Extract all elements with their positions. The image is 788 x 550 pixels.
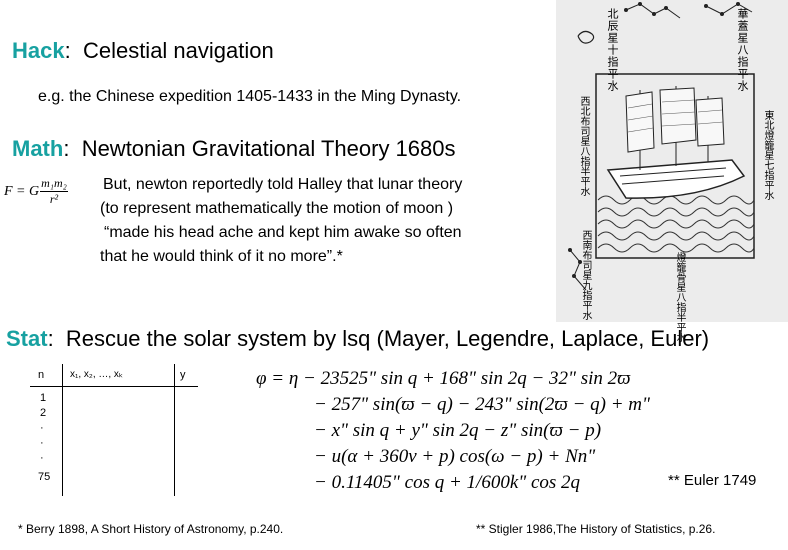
chinese-label-north: 北辰星十指平水 [606, 8, 618, 92]
quote-line-1: But, newton reportedly told Halley that … [103, 176, 463, 193]
table-row: · [40, 452, 44, 464]
footnote-berry: * Berry 1898, A Short History of Astrono… [18, 522, 284, 536]
equation-line-1: φ = η − 23525" sin q + 168" sin 2q − 32"… [256, 368, 631, 389]
stat-colon: : [47, 326, 54, 351]
equation-line-4: − u(α + 360v + p) cos(ω − p) + Nn" [314, 446, 596, 467]
table-col-rule-1 [62, 364, 63, 496]
table-header-x: x₁, x₂, …, xₖ [70, 369, 124, 380]
navigation-chart-illustration: 北辰星十指平水 華蓋星八指平水 西北布司星八指半平水 西南布司星九指平水 東北燈… [556, 0, 788, 342]
chinese-label-south: 燈籠骨星八指半平水 [674, 252, 685, 342]
quote-line-2: (to represent mathematically the motion … [100, 200, 454, 217]
stat-title: Rescue the solar system by lsq (Mayer, L… [65, 326, 710, 351]
table-row: · [40, 422, 44, 434]
quote-line-3: “made his head ache and kept him awake s… [104, 224, 462, 241]
formula-denominator: r² [49, 192, 59, 206]
hack-colon: : [64, 38, 71, 63]
chinese-label-northwest: 西北布司星八指半平水 [578, 96, 589, 196]
table-row: 75 [38, 471, 51, 483]
data-table: n x₁, x₂, …, xₖ y 1 2 · · · 75 [30, 364, 200, 496]
equation-line-5: − 0.11405" cos q + 1/600k" cos 2q [314, 472, 581, 493]
hack-label: Hack [12, 38, 65, 63]
quote-line-4: that he would think of it no more”.* [100, 248, 343, 265]
equation-line-3: − x" sin q + y" sin 2q − z" sin(ϖ − p) [314, 420, 602, 441]
table-col-rule-2 [174, 364, 175, 496]
math-label: Math [12, 136, 64, 161]
formula-lhs: F = G [4, 183, 40, 199]
chinese-label-northeast: 東北燈籠星七指平水 [762, 110, 773, 200]
math-colon: : [63, 136, 70, 161]
math-heading: Math: Newtonian Gravitational Theory 168… [12, 136, 456, 162]
hack-example: e.g. the Chinese expedition 1405-1433 in… [38, 88, 462, 105]
stat-label: Stat [6, 326, 48, 351]
chinese-label-canopy: 華蓋星八指平水 [736, 8, 748, 92]
table-row-labels: 1 2 · · · 75 [38, 391, 51, 485]
formula-numerator: m₁m₂ [40, 176, 68, 192]
chinese-label-southwest: 西南布司星九指平水 [580, 230, 591, 320]
table-row: 1 [40, 392, 47, 404]
equation-line-2: − 257" sin(ϖ − q) − 243" sin(2ϖ − q) + m… [314, 394, 650, 415]
table-row: · [40, 437, 44, 449]
table-header-n: n [38, 369, 45, 381]
table-row: 2 [40, 407, 47, 419]
table-header-y: y [180, 369, 186, 381]
table-header-rule [30, 386, 198, 387]
formula-fraction: m₁m₂ r² [40, 176, 68, 207]
footnote-stigler: ** Stigler 1986,The History of Statistic… [476, 522, 716, 536]
gravity-formula: F = G m₁m₂ r² [4, 176, 68, 207]
euler-note: ** Euler 1749 [668, 472, 757, 489]
hack-title: Celestial navigation [82, 38, 274, 63]
math-title: Newtonian Gravitational Theory 1680s [81, 136, 456, 161]
stat-heading: Stat: Rescue the solar system by lsq (Ma… [6, 326, 709, 352]
hack-heading: Hack: Celestial navigation [12, 38, 274, 64]
